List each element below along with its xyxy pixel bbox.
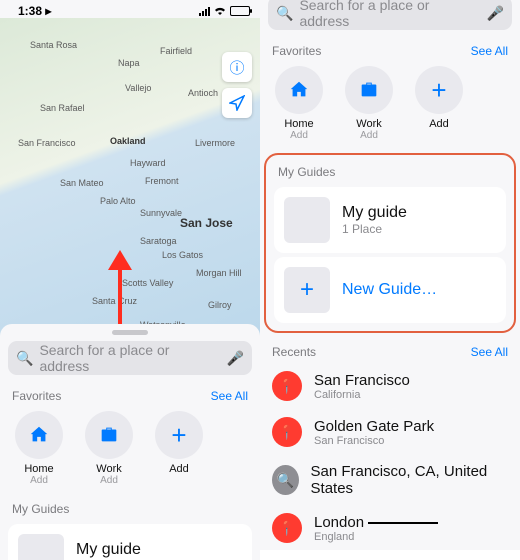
recent-item[interactable]: 📍 LondonEngland: [260, 505, 520, 550]
signal-icon: [198, 6, 210, 16]
recent-item[interactable]: 🔍 San Francisco, CA, United States: [260, 455, 520, 505]
search-icon: 🔍: [276, 5, 293, 22]
recent-item[interactable]: 📍 Golden Gate ParkSan Francisco: [260, 409, 520, 455]
myguides-heading: My Guides: [278, 165, 335, 179]
guide-item[interactable]: My guide 1 Place: [8, 524, 252, 560]
map-pin-icon: 📍: [272, 513, 302, 543]
home-icon: [288, 79, 310, 101]
recents-heading: Recents: [272, 345, 316, 359]
myguides-heading: My Guides: [12, 502, 69, 516]
battery-icon: [230, 6, 250, 16]
plus-icon: +: [284, 267, 330, 313]
map-view[interactable]: Santa Rosa Napa Fairfield Vallejo Antioc…: [0, 18, 260, 338]
search-placeholder: Search for a place or address: [299, 0, 480, 29]
briefcase-icon: [98, 424, 120, 446]
info-button[interactable]: ⓘ: [222, 52, 252, 82]
favorite-home[interactable]: Home Add: [10, 411, 68, 486]
search-icon: 🔍: [16, 350, 33, 367]
plus-icon: +: [155, 411, 203, 459]
plus-icon: +: [415, 66, 463, 114]
search-pin-icon: 🔍: [272, 465, 299, 495]
guide-thumb: [18, 534, 64, 560]
briefcase-icon: [358, 79, 380, 101]
guide-item[interactable]: My guide 1 Place: [274, 187, 506, 253]
guide-thumb: [284, 197, 330, 243]
mic-icon[interactable]: 🎤: [487, 5, 504, 22]
home-icon: [28, 424, 50, 446]
highlighted-guides-section: My Guides My guide 1 Place + New Guide…: [264, 153, 516, 333]
new-guide-button[interactable]: + New Guide…: [274, 257, 506, 323]
mic-icon[interactable]: 🎤: [227, 350, 244, 367]
map-pin-icon: 📍: [272, 417, 302, 447]
favorites-heading: Favorites: [272, 44, 321, 58]
recent-item[interactable]: 📍 San FranciscoCalifornia: [260, 363, 520, 409]
map-pin-icon: 📍: [272, 371, 302, 401]
favorite-add[interactable]: + Add: [150, 411, 208, 486]
favorite-work[interactable]: Work Add: [340, 66, 398, 141]
favorite-home[interactable]: Home Add: [270, 66, 328, 141]
search-field[interactable]: 🔍 Search for a place or address 🎤: [268, 0, 512, 30]
phone-right: 🔍 Search for a place or address 🎤 Favori…: [260, 0, 520, 550]
favorite-add[interactable]: + Add: [410, 66, 468, 141]
status-bar: 1:38 ▸: [0, 0, 260, 18]
search-placeholder: Search for a place or address: [39, 342, 220, 374]
drag-handle[interactable]: [112, 330, 148, 335]
wifi-icon: [213, 6, 227, 16]
status-time: 1:38 ▸: [18, 4, 51, 18]
recents-seeall[interactable]: See All: [471, 345, 508, 359]
favorites-seeall[interactable]: See All: [471, 44, 508, 58]
search-field[interactable]: 🔍 Search for a place or address 🎤: [8, 341, 252, 375]
favorites-seeall[interactable]: See All: [211, 389, 248, 403]
favorite-work[interactable]: Work Add: [80, 411, 138, 486]
favorites-heading: Favorites: [12, 389, 61, 403]
search-panel[interactable]: 🔍 Search for a place or address 🎤 Favori…: [0, 324, 260, 560]
phone-left: 1:38 ▸ Santa Rosa Napa Fairfield Vallejo…: [0, 0, 260, 560]
locate-button[interactable]: [222, 88, 252, 118]
redaction-line: [368, 522, 438, 524]
